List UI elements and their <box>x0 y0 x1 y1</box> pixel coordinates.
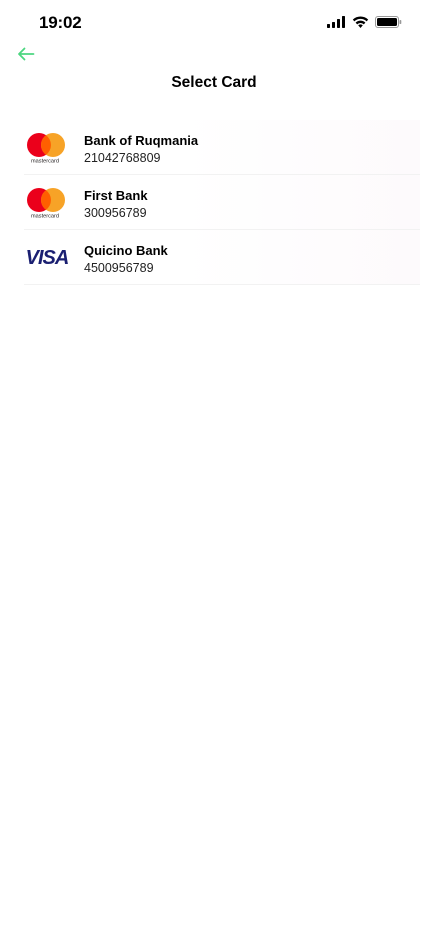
card-number: 4500956789 <box>84 261 154 275</box>
card-bank-name: First Bank <box>84 188 148 203</box>
wifi-icon <box>352 15 369 28</box>
card-bank-name: Bank of Ruqmania <box>84 133 199 148</box>
card-number: 300956789 <box>84 206 147 220</box>
card-list: mastercard Bank of Ruqmania 21042768809 … <box>24 120 420 285</box>
card-item[interactable]: mastercard First Bank 300956789 <box>24 175 420 230</box>
card-item[interactable]: VISA Quicino Bank 4500956789 <box>24 230 420 285</box>
battery-icon <box>375 15 402 28</box>
visa-logo-icon: VISA <box>24 240 70 274</box>
mastercard-logo-icon: mastercard <box>24 185 70 220</box>
status-icons <box>327 15 402 28</box>
svg-text:mastercard: mastercard <box>31 159 59 165</box>
back-button[interactable] <box>14 46 38 66</box>
card-bank-name: Quicino Bank <box>84 243 168 258</box>
page-title: Select Card <box>171 74 257 91</box>
arrow-left-icon <box>17 47 35 66</box>
card-number: 21042768809 <box>84 151 161 165</box>
cellular-signal-icon <box>327 15 346 28</box>
svg-text:mastercard: mastercard <box>31 214 59 220</box>
svg-text:VISA: VISA <box>26 247 69 269</box>
card-item[interactable]: mastercard Bank of Ruqmania 21042768809 <box>24 120 420 175</box>
mastercard-logo-icon: mastercard <box>24 130 70 165</box>
status-time: 19:02 <box>39 13 82 32</box>
status-bar: 19:02 <box>0 0 428 46</box>
